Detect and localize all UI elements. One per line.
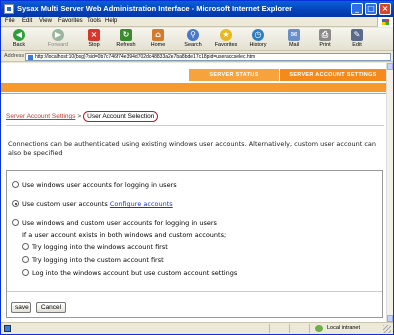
menu-view[interactable]: View: [39, 18, 52, 24]
search-icon: ⚲: [187, 29, 199, 41]
back-label: Back: [12, 42, 26, 48]
menu-edit[interactable]: Edit: [22, 18, 32, 24]
menu-bar: File Edit View Favorites Tools Help: [1, 17, 393, 27]
window-title: Sysax Multi Server Web Administration In…: [17, 4, 293, 13]
menu-tools[interactable]: Tools: [87, 18, 101, 24]
back-arrow-icon: ◀: [13, 29, 25, 41]
security-zone: Local intranet: [327, 325, 361, 331]
stop-button[interactable]: × Stop: [84, 29, 104, 50]
refresh-label: Refresh: [116, 42, 136, 48]
status-divider: [269, 324, 270, 333]
breadcrumb: Server Account Settings > User Account Sel…: [6, 111, 159, 122]
address-label: Address: [4, 53, 25, 59]
menu-favorites[interactable]: Favorites: [58, 18, 83, 24]
title-bar: Sysax Multi Server Web Administration In…: [1, 1, 393, 17]
close-button[interactable]: ×: [379, 3, 391, 15]
menu-file[interactable]: File: [5, 18, 15, 24]
forward-arrow-icon: ▶: [52, 29, 64, 41]
label-windows-accounts: Use windows user accounts for logging in…: [22, 181, 177, 189]
breadcrumb-server-account-settings[interactable]: Server Account Settings: [6, 113, 75, 120]
history-label: History: [249, 42, 267, 48]
home-icon: ⌂: [152, 29, 164, 41]
status-divider: [289, 324, 290, 333]
account-options-panel: Use windows user accounts for logging in…: [6, 170, 383, 318]
intro-text: Connections can be authenticated using e…: [8, 140, 377, 157]
refresh-icon: ↻: [120, 29, 132, 41]
edit-icon: ✎: [351, 29, 363, 41]
print-label: Print: [319, 42, 331, 48]
label-both-accounts: Use windows and custom user accounts for…: [22, 219, 217, 227]
radio-custom-first[interactable]: [22, 256, 29, 263]
address-url: http://localhost:10(bsg)?sid=0b7c746f74e…: [35, 54, 256, 60]
conflict-note: If a user account exists in both windows…: [22, 231, 227, 239]
label-custom-accounts: Use custom user accounts Configure accou…: [22, 200, 173, 208]
local-intranet-icon: [315, 325, 323, 332]
panel-divider: [7, 291, 382, 292]
mail-label: Mail: [288, 42, 300, 48]
tab-server-account-settings[interactable]: SERVER ACCOUNT SETTINGS: [280, 69, 386, 81]
vertical-scrollbar[interactable]: [386, 63, 393, 322]
forward-button[interactable]: ▶ Forward: [45, 29, 71, 50]
back-button[interactable]: ◀ Back: [7, 29, 31, 50]
mail-icon: ✉: [288, 29, 300, 41]
status-bar: Local intranet: [1, 322, 393, 334]
page-content: SERVER STATUS SERVER ACCOUNT SETTINGS Se…: [1, 63, 393, 322]
save-button[interactable]: save: [11, 302, 31, 313]
tab-server-status[interactable]: SERVER STATUS: [189, 69, 279, 81]
edit-label: Edit: [352, 42, 362, 48]
history-icon: ◷: [252, 29, 264, 41]
radio-both-accounts[interactable]: [12, 219, 19, 226]
menu-help[interactable]: Help: [105, 18, 117, 24]
history-button[interactable]: ◷ History: [246, 29, 270, 50]
top-navigation: SERVER STATUS SERVER ACCOUNT SETTINGS: [1, 69, 386, 81]
radio-windows-accounts[interactable]: [12, 181, 19, 188]
mail-button[interactable]: ✉ Mail: [284, 29, 304, 50]
stop-icon: ×: [88, 29, 100, 41]
favorites-star-icon: ★: [220, 29, 232, 41]
header-divider: [1, 93, 386, 94]
label-windows-first: Try logging into the windows account fir…: [32, 243, 168, 251]
label-windows-custom-settings: Log into the windows account but use cus…: [32, 269, 238, 277]
stop-label: Stop: [88, 42, 100, 48]
browser-window: Sysax Multi Server Web Administration In…: [0, 0, 394, 335]
configure-accounts-link[interactable]: Configure accounts: [110, 200, 173, 208]
forward-label: Forward: [47, 42, 69, 48]
radio-windows-custom-settings[interactable]: [22, 269, 29, 276]
page-icon: [28, 55, 33, 60]
resize-grip-icon[interactable]: [383, 325, 391, 333]
search-button[interactable]: ⚲ Search: [181, 29, 205, 50]
search-label: Search: [184, 42, 202, 48]
ie-page-icon: [4, 4, 14, 14]
maximize-button[interactable]: □: [365, 3, 377, 15]
toolbar: ◀ Back ▶ Forward × Stop ↻ Refresh ⌂ Home…: [1, 28, 393, 51]
refresh-button[interactable]: ↻ Refresh: [114, 29, 138, 50]
home-button[interactable]: ⌂ Home: [147, 29, 169, 50]
windows-logo-icon: [377, 17, 393, 27]
label-custom-first: Try logging into the custom account firs…: [32, 256, 164, 264]
address-bar: Address http://localhost:10(bsg)?sid=0b7…: [1, 52, 393, 62]
favorites-button[interactable]: ★ Favorites: [211, 29, 241, 50]
edit-button[interactable]: ✎ Edit: [347, 29, 367, 50]
breadcrumb-divider: [6, 125, 384, 126]
custom-accounts-text: Use custom user accounts: [22, 200, 108, 208]
breadcrumb-separator: >: [77, 113, 82, 120]
status-page-icon: [4, 325, 11, 332]
status-divider: [309, 324, 310, 333]
scroll-down-icon[interactable]: [387, 315, 393, 322]
print-button[interactable]: ⎙ Print: [315, 29, 335, 50]
print-icon: ⎙: [319, 29, 331, 41]
favorites-label: Favorites: [214, 42, 238, 48]
cancel-button[interactable]: Cancel: [36, 302, 66, 313]
scroll-up-icon[interactable]: [387, 63, 393, 70]
minimize-button[interactable]: _: [351, 3, 363, 15]
header-band: [1, 83, 386, 92]
radio-windows-first[interactable]: [22, 243, 29, 250]
home-label: Home: [150, 42, 166, 48]
breadcrumb-current-page: User Account Selection: [83, 111, 159, 122]
radio-custom-accounts[interactable]: [12, 200, 19, 207]
address-input[interactable]: http://localhost:10(bsg)?sid=0b7c746f74e…: [25, 53, 391, 61]
